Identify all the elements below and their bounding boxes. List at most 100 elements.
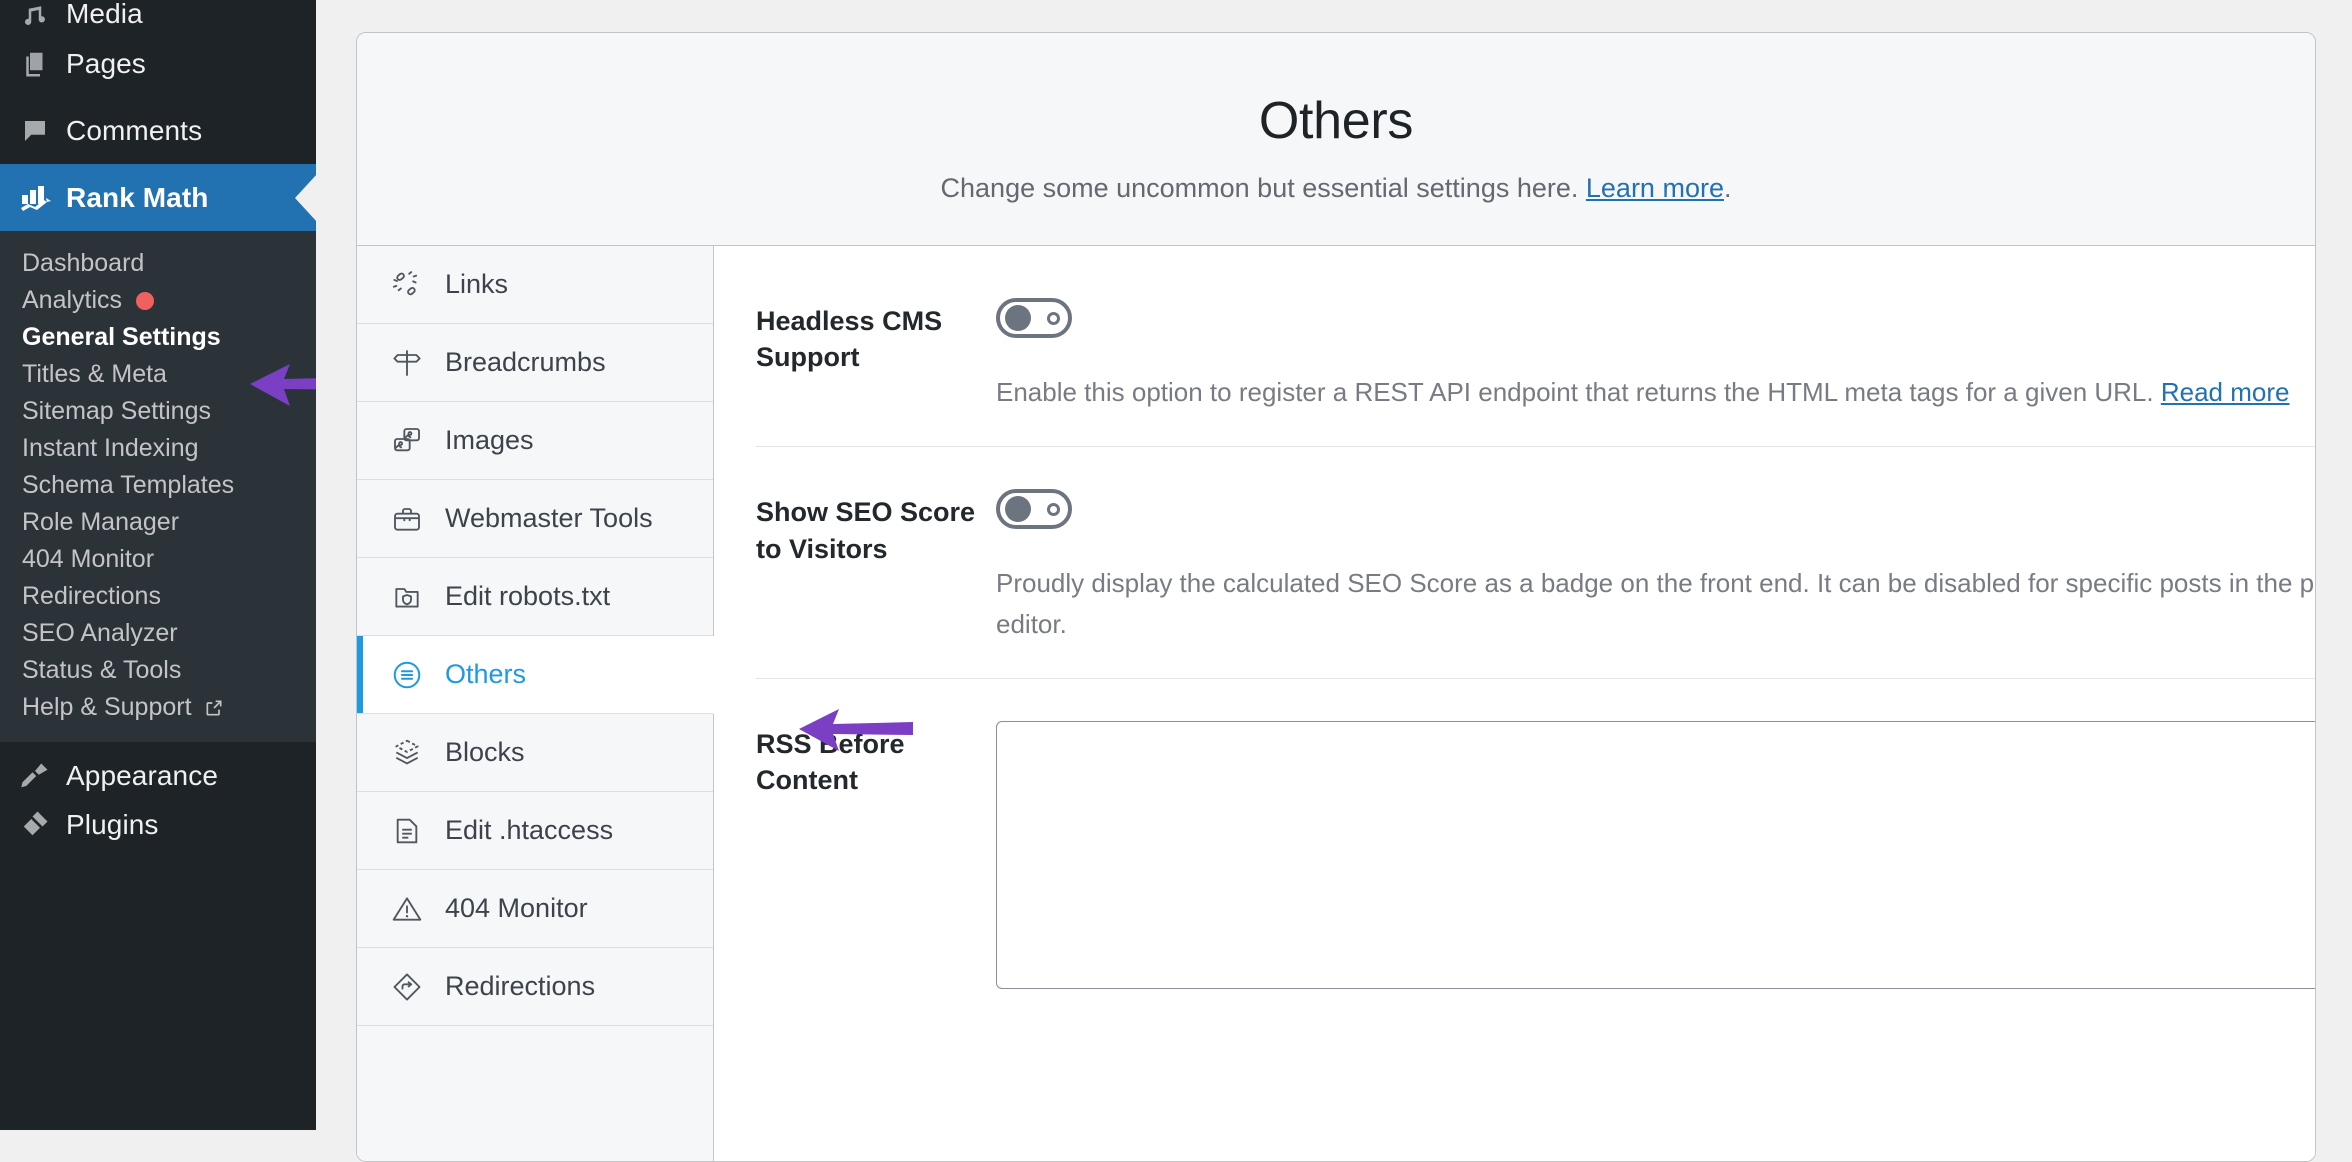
- sidebar-item-rank-math[interactable]: Rank Math: [0, 164, 316, 231]
- tab-breadcrumbs[interactable]: Breadcrumbs: [357, 324, 713, 402]
- learn-more-link[interactable]: Learn more: [1586, 173, 1724, 203]
- submenu-label: 404 Monitor: [22, 545, 155, 573]
- media-icon: [20, 0, 66, 30]
- warning-triangle-icon: [391, 893, 445, 925]
- submenu-item-schema-templates[interactable]: Schema Templates: [0, 467, 316, 504]
- tab-404-monitor[interactable]: 404 Monitor: [357, 870, 713, 948]
- tab-label: Links: [445, 269, 509, 299]
- rss-before-content-textarea[interactable]: [996, 720, 2315, 989]
- page-title: Others: [1258, 91, 1414, 150]
- tab-label: Images: [445, 425, 534, 455]
- settings-card: Others Change some uncommon but essentia…: [356, 32, 2316, 1162]
- robots-folder-icon: [391, 581, 445, 613]
- submenu-label: General Settings: [22, 323, 221, 351]
- submenu-item-help-support[interactable]: Help & Support: [0, 689, 316, 726]
- page-subtitle: Change some uncommon but essential setti…: [941, 173, 1732, 204]
- wordpress-admin-sidebar: Media Pages Comments Rank Math Dashboard…: [0, 0, 316, 1130]
- tab-label: Edit .htaccess: [445, 815, 614, 845]
- submenu-label: Status & Tools: [22, 656, 182, 684]
- tab-blocks[interactable]: Blocks: [357, 714, 713, 792]
- sidebar-item-label: Pages: [66, 47, 146, 79]
- images-icon: [391, 425, 445, 457]
- tab-edit-robots-txt[interactable]: Edit robots.txt: [357, 558, 713, 636]
- tab-label: Breadcrumbs: [445, 347, 606, 377]
- submenu-item-seo-analyzer[interactable]: SEO Analyzer: [0, 615, 316, 652]
- setting-description: Enable this option to register a REST AP…: [996, 372, 2315, 412]
- headless-cms-support-toggle[interactable]: [996, 298, 1072, 338]
- toggle-ring: [1047, 311, 1060, 325]
- sidebar-bottom-group: Appearance Plugins: [0, 742, 316, 849]
- submenu-item-dashboard[interactable]: Dashboard: [0, 245, 316, 282]
- toggle-knob: [1005, 496, 1031, 523]
- tab-edit-htaccess[interactable]: Edit .htaccess: [357, 792, 713, 870]
- page-subtitle-tail: .: [1723, 172, 1732, 203]
- setting-control: [992, 720, 2315, 989]
- submenu-item-redirections[interactable]: Redirections: [0, 578, 316, 615]
- blocks-layers-icon: [391, 737, 445, 769]
- others-list-circle-icon: [391, 659, 445, 691]
- main-content-area: Others Change some uncommon but essentia…: [316, 0, 2352, 1162]
- active-menu-notch: [295, 173, 316, 222]
- setting-show-seo-score-to-visitors: Show SEO Score to Visitors Proudly displ…: [756, 489, 2316, 679]
- tab-webmaster-tools[interactable]: Webmaster Tools: [357, 480, 713, 558]
- tab-label: Edit robots.txt: [445, 581, 611, 611]
- sidebar-item-pages[interactable]: Pages: [0, 30, 316, 97]
- settings-card-body: Links Breadcrumbs Images Webmaster Tools…: [357, 246, 2316, 1161]
- submenu-label: Redirections: [22, 582, 161, 610]
- toggle-ring: [1047, 502, 1060, 516]
- tab-images[interactable]: Images: [357, 402, 713, 480]
- setting-rss-before-content: RSS Before Content: [756, 720, 2315, 989]
- arrow-annotation-general-settings: [250, 364, 316, 406]
- sidebar-item-comments[interactable]: Comments: [0, 97, 316, 164]
- submenu-item-instant-indexing[interactable]: Instant Indexing: [0, 430, 316, 467]
- sidebar-item-media[interactable]: Media: [0, 0, 316, 30]
- sidebar-item-label: Media: [66, 0, 143, 29]
- setting-description: Proudly display the calculated SEO Score…: [996, 568, 2316, 639]
- submenu-label: Schema Templates: [22, 471, 235, 499]
- sidebar-item-label: Appearance: [66, 759, 219, 791]
- submenu-item-role-manager[interactable]: Role Manager: [0, 504, 316, 541]
- rank-math-submenu: Dashboard Analytics General Settings Tit…: [0, 231, 316, 742]
- tab-label: Others: [445, 659, 527, 689]
- toggle-knob: [1005, 305, 1031, 331]
- pages-icon: [20, 49, 66, 79]
- sidebar-item-plugins[interactable]: Plugins: [0, 809, 316, 849]
- tab-label: 404 Monitor: [445, 893, 588, 923]
- breadcrumbs-signpost-icon: [391, 347, 445, 379]
- setting-control: Enable this option to register a REST AP…: [992, 298, 2315, 412]
- toolbox-icon: [391, 503, 445, 535]
- submenu-label: Instant Indexing: [22, 434, 199, 462]
- sidebar-item-label: Rank Math: [66, 181, 209, 213]
- sidebar-item-appearance[interactable]: Appearance: [0, 742, 316, 809]
- tab-label: Webmaster Tools: [445, 503, 653, 533]
- settings-panel: Headless CMS Support Enable this option …: [714, 246, 2316, 1161]
- submenu-label: Help & Support: [22, 693, 192, 721]
- show-seo-score-toggle[interactable]: [996, 489, 1072, 530]
- submenu-label: Titles & Meta: [22, 360, 167, 388]
- setting-description-text: Enable this option to register a REST AP…: [996, 377, 2161, 407]
- setting-control: Proudly display the calculated SEO Score…: [992, 489, 2316, 644]
- tab-redirections[interactable]: Redirections: [357, 948, 713, 1026]
- tab-others[interactable]: Others: [357, 636, 714, 714]
- submenu-item-status-tools[interactable]: Status & Tools: [0, 652, 316, 689]
- tab-label: Blocks: [445, 737, 525, 767]
- submenu-label: Analytics: [22, 286, 123, 314]
- settings-card-header: Others Change some uncommon but essentia…: [357, 33, 2315, 246]
- submenu-item-analytics[interactable]: Analytics: [0, 282, 316, 319]
- submenu-label: Role Manager: [22, 508, 180, 536]
- tab-links[interactable]: Links: [357, 246, 713, 324]
- setting-label: Show SEO Score to Visitors: [756, 497, 976, 564]
- sidebar-top-group: Media Pages Comments: [0, 0, 316, 164]
- submenu-item-general-settings[interactable]: General Settings: [0, 319, 316, 356]
- setting-label: Headless CMS Support: [756, 306, 943, 373]
- external-link-icon: [204, 698, 224, 718]
- page-subtitle-text: Change some uncommon but essential setti…: [940, 172, 1586, 203]
- sidebar-item-label: Comments: [66, 114, 203, 146]
- notification-dot-badge: [136, 291, 155, 310]
- submenu-item-404-monitor[interactable]: 404 Monitor: [0, 541, 316, 578]
- submenu-label: Dashboard: [22, 249, 145, 277]
- submenu-label: Sitemap Settings: [22, 397, 211, 425]
- htaccess-file-icon: [391, 815, 445, 847]
- read-more-link[interactable]: Read more: [2161, 377, 2290, 407]
- setting-label: RSS Before Content: [756, 728, 905, 796]
